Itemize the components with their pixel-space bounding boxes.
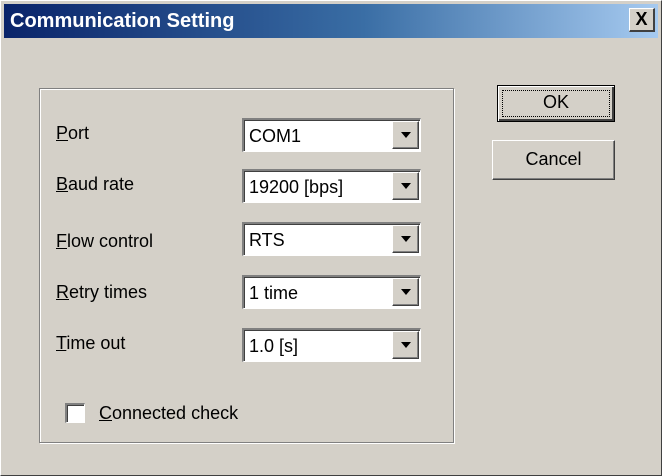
- dialog-client-area: Port COM1 Baud rate 19200 [bps] Flow con…: [4, 41, 658, 473]
- chevron-down-icon: [401, 289, 411, 295]
- port-label: Port: [56, 123, 90, 143]
- retry-times-value: 1 time: [249, 283, 299, 303]
- time-out-dropdown-button[interactable]: [392, 331, 419, 359]
- baud-rate-value: 19200 [bps]: [249, 177, 344, 197]
- baud-rate-label: Baud rate: [56, 174, 135, 194]
- chevron-down-icon: [401, 183, 411, 189]
- retry-times-select[interactable]: 1 time: [242, 275, 421, 309]
- flow-control-label: Flow control: [56, 231, 154, 251]
- cancel-button[interactable]: Cancel: [492, 140, 615, 180]
- title-bar[interactable]: Communication Setting X: [4, 4, 658, 38]
- chevron-down-icon: [401, 132, 411, 138]
- retry-times-dropdown-button[interactable]: [392, 278, 419, 306]
- cancel-button-label: Cancel: [525, 149, 582, 169]
- retry-times-label: Retry times: [56, 282, 148, 302]
- baud-rate-select[interactable]: 19200 [bps]: [242, 169, 421, 203]
- communication-setting-dialog: Communication Setting X Port COM1 Baud r…: [0, 0, 662, 476]
- connected-check-checkbox[interactable]: [65, 403, 85, 423]
- time-out-label: Time out: [56, 333, 126, 353]
- time-out-select[interactable]: 1.0 [s]: [242, 328, 421, 362]
- port-dropdown-button[interactable]: [392, 121, 419, 149]
- flow-control-value: RTS: [249, 230, 285, 250]
- ok-button[interactable]: OK: [497, 85, 615, 122]
- flow-control-dropdown-button[interactable]: [392, 225, 419, 253]
- chevron-down-icon: [401, 236, 411, 242]
- close-icon: X: [635, 9, 648, 29]
- flow-control-select[interactable]: RTS: [242, 222, 421, 256]
- close-button[interactable]: X: [629, 8, 655, 32]
- chevron-down-icon: [401, 342, 411, 348]
- time-out-value: 1.0 [s]: [249, 336, 299, 356]
- ok-button-label: OK: [542, 92, 569, 112]
- port-select[interactable]: COM1: [242, 118, 421, 152]
- window-title: Communication Setting: [10, 10, 235, 32]
- port-value: COM1: [249, 126, 302, 146]
- baud-rate-dropdown-button[interactable]: [392, 172, 419, 200]
- connected-check-label[interactable]: Connected check: [99, 402, 238, 424]
